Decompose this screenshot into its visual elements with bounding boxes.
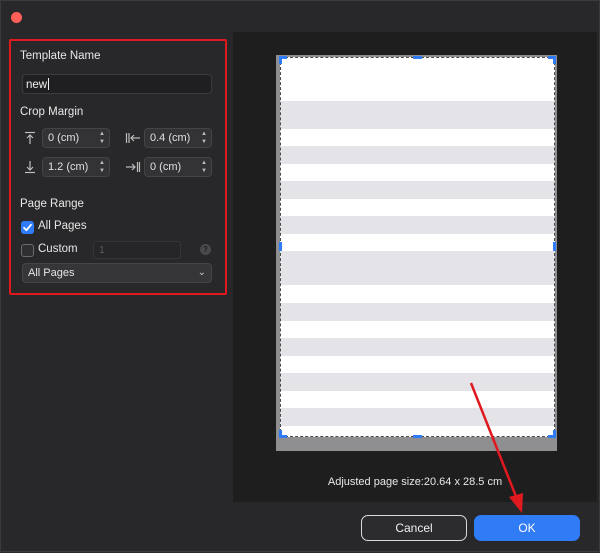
text-caret [48, 78, 50, 90]
crop-handle-top[interactable] [413, 56, 422, 59]
margin-right-icon [125, 160, 141, 174]
stepper-arrows-icon[interactable]: ▲ ▼ [98, 130, 106, 146]
crop-handle-left[interactable] [279, 242, 282, 251]
template-name-input[interactable]: new [22, 74, 212, 94]
margin-right-value: 0 (cm) [150, 161, 182, 173]
adjusted-size-caption: Adjusted page size:20.64 x 28.5 cm [327, 476, 503, 488]
cancel-button[interactable]: Cancel [361, 515, 467, 541]
margin-bottom-icon [23, 160, 37, 174]
crop-handle-bottom-right[interactable] [553, 430, 556, 438]
window-close-button[interactable] [11, 12, 22, 23]
crop-handle-top-right[interactable] [553, 56, 556, 64]
page-subset-select[interactable]: All Pages ⌄ [22, 263, 212, 283]
margin-left-value: 0.4 (cm) [150, 132, 191, 144]
margin-top-value: 0 (cm) [48, 132, 80, 144]
all-pages-checkbox[interactable] [21, 221, 34, 234]
stepper-arrows-icon[interactable]: ▲ ▼ [200, 159, 208, 175]
ok-button[interactable]: OK [474, 515, 580, 541]
preview-panel: Adjusted page size:20.64 x 28.5 cm [233, 32, 597, 502]
settings-panel: Template Name new Crop Margin 0 (cm) ▲ ▼ … [9, 39, 227, 295]
crop-handle-bottom-left[interactable] [279, 430, 282, 438]
custom-range-input[interactable]: 1 [93, 241, 181, 259]
page-subset-value: All Pages [28, 267, 75, 279]
margin-bottom-value: 1.2 (cm) [48, 161, 89, 173]
crop-margin-heading: Crop Margin [20, 106, 84, 118]
margin-right-stepper[interactable]: 0 (cm) ▲ ▼ [144, 157, 212, 177]
crop-handle-bottom[interactable] [413, 435, 422, 438]
checkmark-icon [23, 223, 32, 232]
margin-top-icon [23, 131, 37, 145]
margin-bottom-stepper[interactable]: 1.2 (cm) ▲ ▼ [42, 157, 110, 177]
margin-left-stepper[interactable]: 0.4 (cm) ▲ ▼ [144, 128, 212, 148]
stepper-arrows-icon[interactable]: ▲ ▼ [98, 159, 106, 175]
template-name-heading: Template Name [20, 50, 101, 62]
chevron-down-icon: ⌄ [197, 267, 206, 278]
custom-label[interactable]: Custom [38, 243, 78, 255]
all-pages-label[interactable]: All Pages [38, 220, 87, 232]
help-icon[interactable]: ? [200, 244, 211, 255]
stepper-arrows-icon[interactable]: ▲ ▼ [200, 130, 208, 146]
crop-box[interactable] [280, 57, 555, 437]
margin-left-icon [125, 131, 140, 145]
template-name-value: new [26, 79, 48, 91]
page-preview [276, 55, 557, 451]
crop-handle-right[interactable] [553, 242, 556, 251]
crop-template-dialog: Template Name new Crop Margin 0 (cm) ▲ ▼ … [0, 0, 600, 552]
crop-handle-top-left[interactable] [279, 56, 282, 64]
custom-checkbox[interactable] [21, 244, 34, 257]
page-range-heading: Page Range [20, 198, 84, 210]
margin-top-stepper[interactable]: 0 (cm) ▲ ▼ [42, 128, 110, 148]
